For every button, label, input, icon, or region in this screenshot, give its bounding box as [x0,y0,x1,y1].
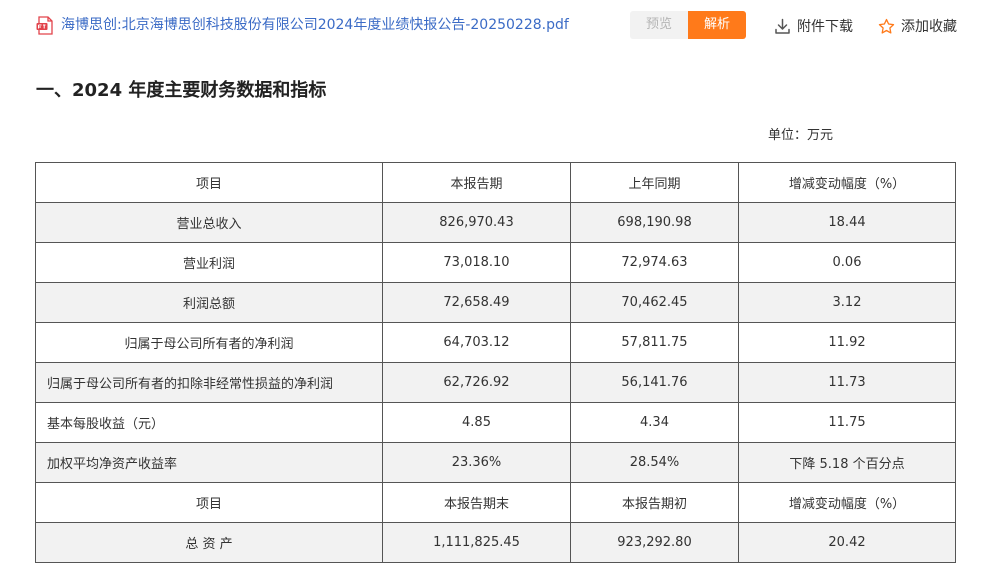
row-label-cell: 归属于母公司所有者的扣除非经常性损益的净利润 [35,362,383,403]
row-label-cell: 加权平均净资产收益率 [35,442,383,483]
current-period-cell: 4.85 [382,402,571,443]
row-label-cell: 利润总额 [35,282,383,323]
download-icon [775,18,790,34]
change-rate-cell: 11.75 [738,402,956,443]
table-row: 总 资 产 1,111,825.45 923,292.80 20.42 [35,522,956,563]
financial-data-table: 项目 本报告期 上年同期 增减变动幅度（%） 营业总收入 826,970.43 698,19… [35,162,956,563]
prior-period-cell: 72,974.63 [570,242,739,283]
download-label: 附件下载 [797,19,853,35]
table-row: 利润总额 72,658.49 70,462.45 3.12 [35,282,956,323]
download-attachment-button[interactable]: 附件下载 [774,15,853,37]
change-rate-cell: 11.73 [738,362,956,403]
prior-period-cell: 698,190.98 [570,202,739,243]
prior-period-cell: 28.54% [570,442,739,483]
change-rate-cell: 0.06 [738,242,956,283]
change-rate-cell: 下降 5.18 个百分点 [738,442,956,483]
row-label-cell: 总 资 产 [35,522,383,563]
row-label-cell: 营业总收入 [35,202,383,243]
prior-period-cell: 923,292.80 [570,522,739,563]
parse-button[interactable]: 解析 [688,11,746,39]
preview-button[interactable]: 预览 [630,11,688,39]
pdf-file-icon [36,16,55,35]
column-header: 本报告期初 [570,482,739,523]
table-row: 营业利润 73,018.10 72,974.63 0.06 [35,242,956,283]
document-toolbar: 海博思创:北京海博思创科技股份有限公司2024年度业绩快报公告-20250228… [0,0,995,52]
column-header: 增减变动幅度（%） [738,482,956,523]
current-period-cell: 62,726.92 [382,362,571,403]
table-header-row: 项目 本报告期末 本报告期初 增减变动幅度（%） [35,482,956,523]
view-mode-toggle: 预览 解析 [630,11,746,39]
current-period-cell: 64,703.12 [382,322,571,363]
prior-period-cell: 70,462.45 [570,282,739,323]
table-header-row: 项目 本报告期 上年同期 增减变动幅度（%） [35,162,956,203]
change-rate-cell: 11.92 [738,322,956,363]
table-row: 加权平均净资产收益率 23.36% 28.54% 下降 5.18 个百分点 [35,442,956,483]
table-row: 归属于母公司所有者的净利润 64,703.12 57,811.75 11.92 [35,322,956,363]
table-row: 归属于母公司所有者的扣除非经常性损益的净利润 62,726.92 56,141.76… [35,362,956,403]
table-row: 营业总收入 826,970.43 698,190.98 18.44 [35,202,956,243]
favorite-label: 添加收藏 [901,19,957,35]
column-header: 项目 [35,482,383,523]
page: 海博思创:北京海博思创科技股份有限公司2024年度业绩快报公告-20250228… [0,0,995,567]
current-period-cell: 23.36% [382,442,571,483]
current-period-cell: 826,970.43 [382,202,571,243]
current-period-cell: 72,658.49 [382,282,571,323]
column-header: 上年同期 [570,162,739,203]
row-label-cell: 归属于母公司所有者的净利润 [35,322,383,363]
column-header: 本报告期末 [382,482,571,523]
table-row: 基本每股收益（元） 4.85 4.34 11.75 [35,402,956,443]
prior-period-cell: 4.34 [570,402,739,443]
current-period-cell: 73,018.10 [382,242,571,283]
prior-period-cell: 57,811.75 [570,322,739,363]
change-rate-cell: 3.12 [738,282,956,323]
column-header: 本报告期 [382,162,571,203]
prior-period-cell: 56,141.76 [570,362,739,403]
current-period-cell: 1,111,825.45 [382,522,571,563]
add-favorite-button[interactable]: 添加收藏 [878,15,957,37]
column-header: 项目 [35,162,383,203]
row-label-cell: 基本每股收益（元） [35,402,383,443]
section-title: 一、2024 年度主要财务数据和指标 [36,80,327,101]
change-rate-cell: 20.42 [738,522,956,563]
star-icon [878,18,895,34]
unit-label: 单位：万元 [768,128,834,143]
row-label-cell: 营业利润 [35,242,383,283]
change-rate-cell: 18.44 [738,202,956,243]
column-header: 增减变动幅度（%） [738,162,956,203]
file-title-link[interactable]: 海博思创:北京海博思创科技股份有限公司2024年度业绩快报公告-20250228… [61,15,569,35]
